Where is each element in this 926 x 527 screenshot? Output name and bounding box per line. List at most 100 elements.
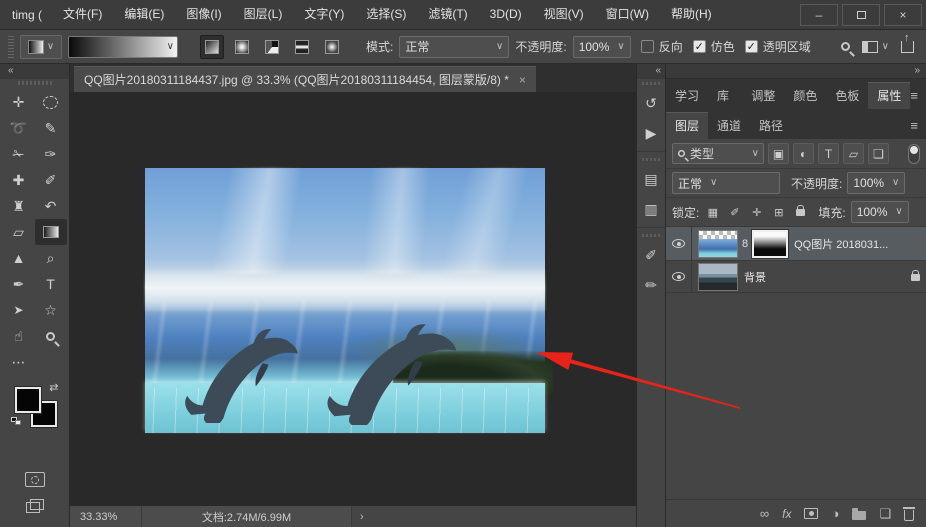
gradient-type-radial[interactable] (230, 35, 254, 59)
menu-layer[interactable]: 图层(L) (233, 0, 294, 29)
blur-tool[interactable]: ▲ (3, 245, 35, 271)
canvas-area[interactable] (70, 92, 636, 505)
gradient-tool[interactable] (34, 219, 67, 245)
gradient-type-diamond[interactable] (320, 35, 344, 59)
menu-select[interactable]: 选择(S) (355, 0, 417, 29)
layer-thumbnail[interactable] (698, 229, 738, 258)
crop-tool[interactable]: ✁ (3, 141, 35, 167)
gradient-editor-preview[interactable]: ∨ (68, 35, 178, 58)
tab-adjustments[interactable]: 调整 (742, 83, 784, 109)
transparency-checkbox-group[interactable]: ✓ 透明区域 (744, 38, 811, 55)
panels-expand[interactable]: » (666, 64, 926, 79)
close-button[interactable]: × (884, 3, 922, 26)
menu-filter[interactable]: 滤镜(T) (417, 0, 478, 29)
layer-row-background[interactable]: 背景 (666, 261, 926, 293)
menu-type[interactable]: 文字(Y) (293, 0, 355, 29)
menu-view[interactable]: 视图(V) (533, 0, 595, 29)
gradient-preset-dropdown[interactable]: ∨ (20, 34, 62, 59)
layer-name[interactable]: 背景 (744, 269, 766, 285)
path-select-tool[interactable]: ➤ (3, 297, 35, 323)
filter-type-layers-button[interactable]: T (818, 143, 839, 164)
menu-file[interactable]: 文件(F) (52, 0, 113, 29)
tab-channels[interactable]: 通道 (708, 113, 750, 139)
maximize-button[interactable] (842, 3, 880, 26)
brush-tool[interactable]: ✐ (35, 167, 67, 193)
layer-blend-mode-select[interactable]: 正常 ∨ (672, 172, 780, 194)
layer-thumbnail[interactable] (698, 262, 738, 291)
fill-select[interactable]: 100% ∨ (850, 201, 909, 223)
reverse-checkbox-group[interactable]: 反向 (640, 38, 683, 55)
layer-name[interactable]: QQ图片 2018031... (794, 236, 888, 252)
hand-tool[interactable]: ☝ (3, 323, 35, 349)
actions-panel-icon[interactable]: ▶ (638, 120, 664, 146)
spot-healing-tool[interactable]: ✚ (3, 167, 35, 193)
menu-window[interactable]: 窗口(W) (595, 0, 660, 29)
lock-transparent-button[interactable]: ▦ (704, 204, 721, 221)
filter-toggle-switch[interactable] (908, 143, 920, 164)
lasso-tool[interactable]: ➰ (3, 115, 35, 141)
delete-layer-button[interactable] (903, 506, 915, 521)
dock-collapse[interactable]: « (637, 64, 665, 79)
gradient-type-reflected[interactable] (290, 35, 314, 59)
opacity-select[interactable]: 100% ∨ (572, 35, 631, 58)
visibility-cell[interactable] (666, 227, 692, 260)
paragraph-panel-icon[interactable]: ▥ (638, 196, 664, 222)
menu-edit[interactable]: 编辑(E) (113, 0, 175, 29)
tab-learn[interactable]: 学习 (666, 83, 708, 109)
layer-mask-thumbnail[interactable] (751, 228, 790, 259)
new-group-button[interactable] (852, 507, 867, 520)
eraser-tool[interactable]: ▱ (3, 219, 35, 245)
screen-mode-button[interactable] (25, 499, 44, 513)
tab-paths[interactable]: 路径 (750, 113, 792, 139)
menu-3d[interactable]: 3D(D) (479, 0, 533, 29)
panel-menu-icon[interactable]: ≡ (910, 83, 926, 109)
tab-color[interactable]: 颜色 (784, 83, 826, 109)
tools-collapse[interactable]: « (0, 64, 69, 79)
lock-artboard-button[interactable]: ⊞ (770, 204, 787, 221)
status-options-arrow[interactable]: › (352, 511, 364, 523)
brush-settings-panel-icon[interactable]: ✐ (638, 242, 664, 268)
filter-shape-layers-button[interactable]: ▱ (843, 143, 864, 164)
lock-image-button[interactable]: ✐ (726, 204, 743, 221)
document-tab[interactable]: QQ图片20180311184437.jpg @ 33.3% (QQ图片2018… (74, 66, 536, 92)
lock-position-button[interactable]: ✛ (748, 204, 765, 221)
pen-tool[interactable]: ✒ (3, 271, 35, 297)
clone-stamp-tool[interactable]: ♜ (3, 193, 35, 219)
character-panel-icon[interactable]: ▤ (638, 166, 664, 192)
reverse-checkbox[interactable] (640, 40, 654, 53)
workspace-switcher[interactable]: ∨ (861, 40, 889, 53)
add-layer-mask-button[interactable] (804, 508, 819, 519)
marquee-tool[interactable] (35, 89, 67, 115)
tab-close-icon[interactable]: × (519, 73, 526, 87)
share-icon[interactable] (901, 33, 914, 53)
layers-menu-icon[interactable]: ≡ (910, 113, 926, 139)
tab-layers[interactable]: 图层 (666, 112, 709, 139)
quick-selection-tool[interactable]: ✎ (35, 115, 67, 141)
brushes-panel-icon[interactable]: ✏ (638, 272, 664, 298)
zoom-level-field[interactable]: 33.33% (70, 506, 142, 527)
tab-properties[interactable]: 属性 (868, 82, 911, 109)
swap-colors-icon[interactable]: ⇄ (49, 381, 58, 394)
tab-swatches[interactable]: 色板 (826, 83, 868, 109)
visibility-cell[interactable] (666, 261, 692, 292)
new-layer-button[interactable]: ❏ (879, 506, 891, 522)
tab-libraries[interactable]: 库 (708, 83, 738, 109)
zoom-tool[interactable] (35, 323, 67, 349)
gradient-type-angle[interactable] (260, 35, 284, 59)
gradient-type-linear[interactable] (200, 34, 224, 59)
history-panel-icon[interactable]: ↺ (638, 90, 664, 116)
filter-pixel-layers-button[interactable]: ▣ (768, 143, 789, 164)
filter-type-select[interactable]: 类型 ∨ (672, 143, 764, 164)
lock-all-button[interactable] (792, 204, 809, 221)
dodge-tool[interactable]: ⌕ (35, 245, 67, 271)
foreground-color[interactable] (14, 387, 41, 413)
layer-row-dolphins[interactable]: 8 QQ图片 2018031... (666, 227, 926, 261)
search-icon[interactable] (840, 42, 850, 51)
quick-mask-button[interactable] (24, 472, 45, 487)
eyedropper-tool[interactable]: ✑ (35, 141, 67, 167)
menu-image[interactable]: 图像(I) (175, 0, 232, 29)
shape-tool[interactable]: ☆ (35, 297, 67, 323)
minimize-button[interactable]: – (800, 3, 838, 26)
link-layers-button[interactable]: ∞ (760, 506, 769, 521)
new-adjustment-layer-button[interactable]: ◑ (831, 506, 839, 521)
